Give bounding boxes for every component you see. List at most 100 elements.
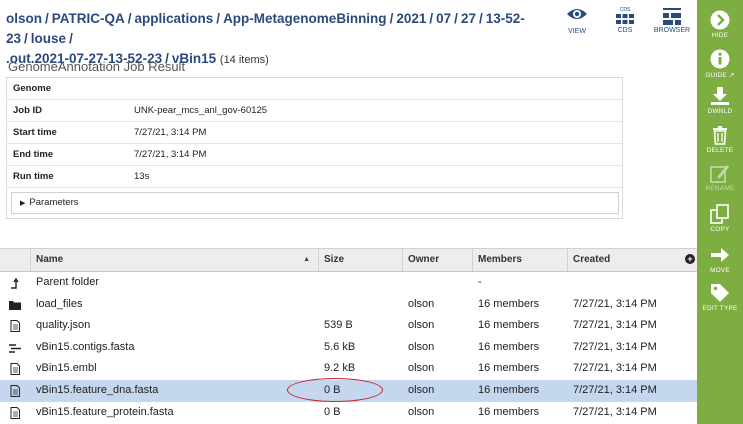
cds-button[interactable]: CDS CDS	[603, 6, 647, 34]
file-members: 16 members	[478, 405, 540, 418]
download-button[interactable]: DWNLD	[697, 86, 743, 115]
job-info-row-end-time: End time 7/27/21, 3:14 PM	[7, 144, 622, 166]
contigs-icon	[9, 343, 21, 353]
file-icon	[10, 384, 20, 397]
action-bar: HIDE GUIDE ↗ DWNLD DELETE RENAME COPY MO…	[697, 0, 743, 424]
file-created: 7/27/21, 3:14 PM	[573, 340, 657, 353]
breadcrumb-separator: /	[24, 31, 28, 46]
file-created: 7/27/21, 3:14 PM	[573, 297, 657, 310]
grid-header-icon-col	[0, 249, 30, 271]
parameters-label: Parameters	[29, 197, 79, 208]
job-info-row-start-time: Start time 7/27/21, 3:14 PM	[7, 122, 622, 144]
breadcrumb-separator: /	[45, 11, 49, 26]
column-header-members[interactable]: Members	[472, 249, 567, 271]
column-header-label: Name	[36, 254, 64, 265]
table-row[interactable]: vBin15.feature_protein.fasta 0 B olson 1…	[0, 402, 697, 424]
job-info-value: 7/27/21, 3:14 PM	[134, 149, 207, 160]
file-members: 16 members	[478, 340, 540, 353]
breadcrumb-separator: /	[429, 11, 434, 26]
file-owner: olson	[408, 383, 435, 396]
cds-icon: CDS	[616, 7, 634, 24]
grid-header: Name ▲ Size Owner Members Created +	[0, 248, 697, 272]
column-header-size[interactable]: Size	[318, 249, 402, 271]
breadcrumb-separator: /	[127, 11, 132, 26]
file-name: vBin15.embl	[36, 362, 97, 375]
move-button[interactable]: MOVE	[697, 245, 743, 274]
eye-icon	[567, 9, 587, 19]
move-label: MOVE	[710, 267, 730, 274]
file-icon	[10, 406, 20, 419]
column-header-label: Members	[478, 254, 522, 265]
file-owner: olson	[408, 340, 435, 353]
browser-icon	[663, 8, 681, 25]
hide-label: HIDE	[711, 32, 729, 39]
view-label: VIEW	[568, 28, 586, 35]
file-name: quality.json	[36, 319, 91, 332]
add-column-icon[interactable]: +	[685, 254, 695, 264]
job-info-value: 7/27/21, 3:14 PM	[134, 127, 207, 138]
breadcrumb-item-olson[interactable]: olson	[6, 11, 42, 26]
parent-folder-icon	[11, 277, 19, 289]
job-info-row-run-time: Run time 13s	[7, 166, 622, 188]
breadcrumb-item-applications[interactable]: applications	[135, 11, 214, 26]
breadcrumb-item-27[interactable]: 27	[461, 11, 476, 26]
delete-button[interactable]: DELETE	[697, 125, 743, 154]
breadcrumb-separator: /	[478, 11, 483, 26]
file-owner: olson	[408, 297, 435, 310]
file-owner: olson	[408, 405, 435, 418]
hide-button[interactable]: HIDE	[697, 10, 743, 39]
job-info-key: Start time	[13, 127, 57, 138]
edit-type-button[interactable]: EDIT TYPE	[697, 283, 743, 312]
breadcrumb-item-2021[interactable]: 2021	[396, 11, 426, 26]
column-header-created[interactable]: Created +	[567, 249, 697, 271]
trash-icon	[713, 126, 727, 145]
file-name: load_files	[36, 297, 83, 310]
file-owner: olson	[408, 319, 435, 332]
breadcrumb-item-07[interactable]: 07	[436, 11, 451, 26]
breadcrumb-item-louse[interactable]: louse	[31, 31, 66, 46]
table-row[interactable]: vBin15.embl 9.2 kB olson 16 members 7/27…	[0, 358, 697, 380]
column-header-label: Size	[324, 254, 345, 265]
view-button[interactable]: VIEW	[555, 6, 599, 35]
job-info-key: Genome	[13, 83, 52, 94]
file-members: 16 members	[478, 297, 540, 310]
browser-label: BROWSER	[653, 27, 691, 34]
file-owner: olson	[408, 362, 435, 375]
file-size: 539 B	[324, 319, 353, 332]
table-row[interactable]: quality.json 539 B olson 16 members 7/27…	[0, 315, 697, 337]
column-header-name[interactable]: Name ▲	[30, 249, 318, 271]
file-created: 7/27/21, 3:14 PM	[573, 362, 657, 375]
copy-button[interactable]: COPY	[697, 204, 743, 233]
file-created: 7/27/21, 3:14 PM	[573, 319, 657, 332]
file-name: vBin15.feature_protein.fasta	[36, 405, 174, 418]
job-info-row-job-id: Job ID UNK-pear_mcs_anl_gov-60125	[7, 100, 622, 122]
file-members: -	[478, 276, 482, 288]
copy-icon	[710, 204, 729, 224]
rename-label: RENAME	[705, 185, 735, 192]
column-header-owner[interactable]: Owner	[402, 249, 472, 271]
parameters-toggle[interactable]: ▶ Parameters	[11, 192, 619, 214]
rename-button[interactable]: RENAME	[697, 163, 743, 192]
breadcrumb-separator: /	[454, 11, 458, 26]
job-info-key: Job ID	[13, 105, 43, 116]
file-members: 16 members	[478, 362, 540, 375]
job-info-value: UNK-pear_mcs_anl_gov-60125	[134, 105, 268, 116]
file-created: 7/27/21, 3:14 PM	[573, 405, 657, 418]
move-icon	[711, 248, 729, 262]
file-grid: Name ▲ Size Owner Members Created + Pare…	[0, 248, 697, 423]
edit-icon	[710, 165, 729, 183]
file-icon	[10, 320, 20, 333]
browser-button[interactable]: BROWSER	[650, 6, 694, 34]
breadcrumb-item-app-metagenomebinning[interactable]: App-MetagenomeBinning	[223, 11, 387, 26]
table-row[interactable]: load_files olson 16 members 7/27/21, 3:1…	[0, 294, 697, 316]
breadcrumb-item-patric-qa[interactable]: PATRIC-QA	[52, 11, 125, 26]
breadcrumb-separator: /	[389, 11, 394, 26]
file-name: vBin15.feature_dna.fasta	[36, 383, 159, 396]
tag-icon	[711, 284, 729, 302]
download-icon	[711, 87, 729, 105]
guide-button[interactable]: GUIDE ↗	[697, 49, 743, 79]
table-row-selected[interactable]: vBin15.feature_dna.fasta 0 B olson 16 me…	[0, 379, 697, 402]
table-row[interactable]: vBin15.contigs.fasta 5.6 kB olson 16 mem…	[0, 337, 697, 359]
file-members: 16 members	[478, 319, 540, 332]
table-row[interactable]: Parent folder -	[0, 272, 697, 294]
